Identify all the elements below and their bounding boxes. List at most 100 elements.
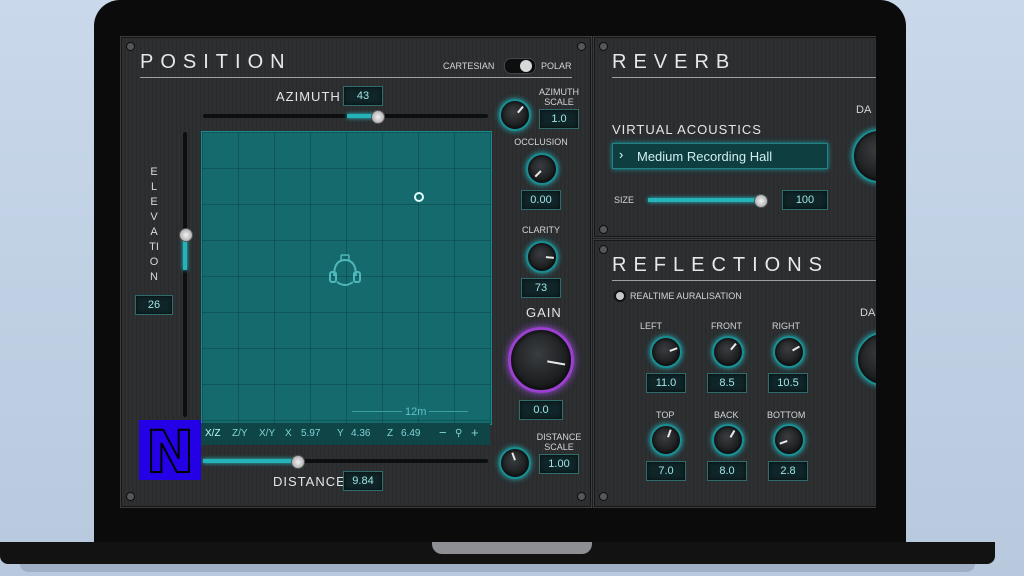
preset-name: Medium Recording Hall bbox=[637, 149, 773, 164]
elevation-value[interactable]: 26 bbox=[135, 295, 173, 315]
title-rule bbox=[612, 77, 876, 78]
azimuth-value[interactable]: 43 bbox=[343, 86, 383, 106]
azimuth-scale-value[interactable]: 1.0 bbox=[539, 109, 579, 129]
distance-slider-fill bbox=[203, 459, 299, 463]
size-slider-fill bbox=[648, 198, 762, 202]
title-rule bbox=[612, 280, 876, 281]
screw bbox=[599, 42, 608, 51]
gain-knob[interactable] bbox=[508, 327, 574, 393]
reverb-title: REVERB bbox=[612, 51, 737, 73]
y-label: Y bbox=[337, 428, 344, 439]
screw bbox=[126, 492, 135, 501]
left-label: LEFT bbox=[640, 321, 663, 331]
virtual-acoustics-label: VIRTUAL ACOUSTICS bbox=[612, 122, 762, 137]
distance-scale-value[interactable]: 1.00 bbox=[539, 454, 579, 474]
laptop-shadow bbox=[20, 564, 975, 572]
y-value[interactable]: 4.36 bbox=[351, 428, 370, 439]
title-rule bbox=[140, 77, 572, 78]
zoom-search-icon[interactable]: ⚲ bbox=[455, 428, 462, 439]
size-label: SIZE bbox=[614, 195, 635, 205]
occlusion-knob[interactable] bbox=[526, 153, 558, 185]
plugin-screen: POSITION CARTESIAN POLAR AZIMUTH 43 ELEV… bbox=[120, 36, 876, 508]
size-slider-thumb[interactable] bbox=[754, 194, 768, 208]
distance-scale-knob[interactable] bbox=[499, 447, 531, 479]
bottom-value[interactable]: 2.8 bbox=[768, 461, 808, 481]
x-value[interactable]: 5.97 bbox=[301, 428, 320, 439]
plane-xz-button[interactable]: X/Z bbox=[205, 428, 221, 439]
n-logo: N bbox=[139, 417, 201, 487]
damping-label-partial: DA bbox=[860, 307, 876, 319]
azimuth-scale-knob[interactable] bbox=[499, 99, 531, 131]
bottom-label: BOTTOM bbox=[767, 410, 806, 420]
position-grid[interactable]: 12m bbox=[201, 131, 492, 425]
azimuth-slider-track[interactable] bbox=[203, 114, 488, 118]
back-label: BACK bbox=[714, 410, 739, 420]
back-value[interactable]: 8.0 bbox=[707, 461, 747, 481]
coordinate-bar: X/Z Z/Y X/Y X 5.97 Y 4.36 Z 6.49 − ⚲ + bbox=[201, 423, 490, 445]
occlusion-label: OCCLUSION bbox=[514, 137, 568, 147]
bottom-knob[interactable] bbox=[773, 424, 805, 456]
damping-knob[interactable] bbox=[856, 332, 876, 386]
gain-label: GAIN bbox=[526, 305, 562, 320]
left-knob[interactable] bbox=[650, 336, 682, 368]
left-value[interactable]: 11.0 bbox=[646, 373, 686, 393]
clarity-label: CLARITY bbox=[521, 225, 560, 235]
reverb-panel: REVERB VIRTUAL ACOUSTICS › Medium Record… bbox=[593, 36, 876, 238]
sound-source-marker[interactable] bbox=[414, 192, 424, 202]
chevron-right-icon: › bbox=[619, 147, 624, 162]
occlusion-value[interactable]: 0.00 bbox=[521, 190, 561, 210]
screw bbox=[126, 42, 135, 51]
mode-toggle[interactable] bbox=[504, 58, 536, 74]
grid-scale-label: 12m bbox=[402, 406, 430, 418]
reflections-title: REFLECTIONS bbox=[612, 254, 830, 276]
azimuth-scale-label: AZIMUTH SCALE bbox=[539, 87, 579, 107]
elevation-label: ELEVATION bbox=[149, 166, 159, 283]
toggle-thumb bbox=[520, 60, 532, 72]
elevation-slider-thumb[interactable] bbox=[179, 228, 193, 242]
screw bbox=[577, 492, 586, 501]
realtime-radio[interactable] bbox=[614, 290, 626, 302]
front-knob[interactable] bbox=[712, 336, 744, 368]
screw bbox=[599, 225, 608, 234]
top-value[interactable]: 7.0 bbox=[646, 461, 686, 481]
zoom-out-button[interactable]: − bbox=[439, 425, 447, 440]
distance-value[interactable]: 9.84 bbox=[343, 471, 383, 491]
distance-label: DISTANCE bbox=[273, 474, 346, 489]
elevation-slider-track[interactable] bbox=[183, 132, 187, 417]
gain-value[interactable]: 0.0 bbox=[519, 400, 563, 420]
mode-cartesian-label[interactable]: CARTESIAN bbox=[443, 61, 494, 71]
distance-scale-label: DISTANCE SCALE bbox=[536, 432, 582, 452]
laptop-notch bbox=[432, 542, 592, 554]
reflections-panel: REFLECTIONS REALTIME AURALISATION LEFT 1… bbox=[593, 239, 876, 508]
position-title: POSITION bbox=[140, 51, 292, 73]
listener-head-icon bbox=[328, 254, 362, 290]
plane-xy-button[interactable]: X/Y bbox=[259, 428, 275, 439]
front-label: FRONT bbox=[711, 321, 742, 331]
screw bbox=[599, 492, 608, 501]
screw bbox=[577, 42, 586, 51]
screw bbox=[599, 245, 608, 254]
azimuth-slider-thumb[interactable] bbox=[371, 110, 385, 124]
preset-selector[interactable]: › Medium Recording Hall bbox=[612, 143, 828, 169]
right-label: RIGHT bbox=[772, 321, 800, 331]
top-label: TOP bbox=[656, 410, 675, 420]
clarity-knob[interactable] bbox=[526, 241, 558, 273]
plane-zy-button[interactable]: Z/Y bbox=[232, 428, 248, 439]
svg-text:N: N bbox=[146, 420, 195, 480]
z-value[interactable]: 6.49 bbox=[401, 428, 420, 439]
damping-knob[interactable] bbox=[852, 129, 876, 183]
clarity-value[interactable]: 73 bbox=[521, 278, 561, 298]
azimuth-label: AZIMUTH bbox=[276, 89, 341, 104]
z-label: Z bbox=[387, 428, 394, 439]
right-value[interactable]: 10.5 bbox=[768, 373, 808, 393]
damping-label-partial: DA bbox=[856, 104, 872, 116]
realtime-auralisation-label[interactable]: REALTIME AURALISATION bbox=[630, 291, 742, 301]
distance-slider-thumb[interactable] bbox=[291, 455, 305, 469]
size-value[interactable]: 100 bbox=[782, 190, 828, 210]
back-knob[interactable] bbox=[712, 424, 744, 456]
top-knob[interactable] bbox=[650, 424, 682, 456]
zoom-in-button[interactable]: + bbox=[471, 425, 479, 440]
mode-polar-label[interactable]: POLAR bbox=[541, 61, 572, 71]
front-value[interactable]: 8.5 bbox=[707, 373, 747, 393]
right-knob[interactable] bbox=[773, 336, 805, 368]
